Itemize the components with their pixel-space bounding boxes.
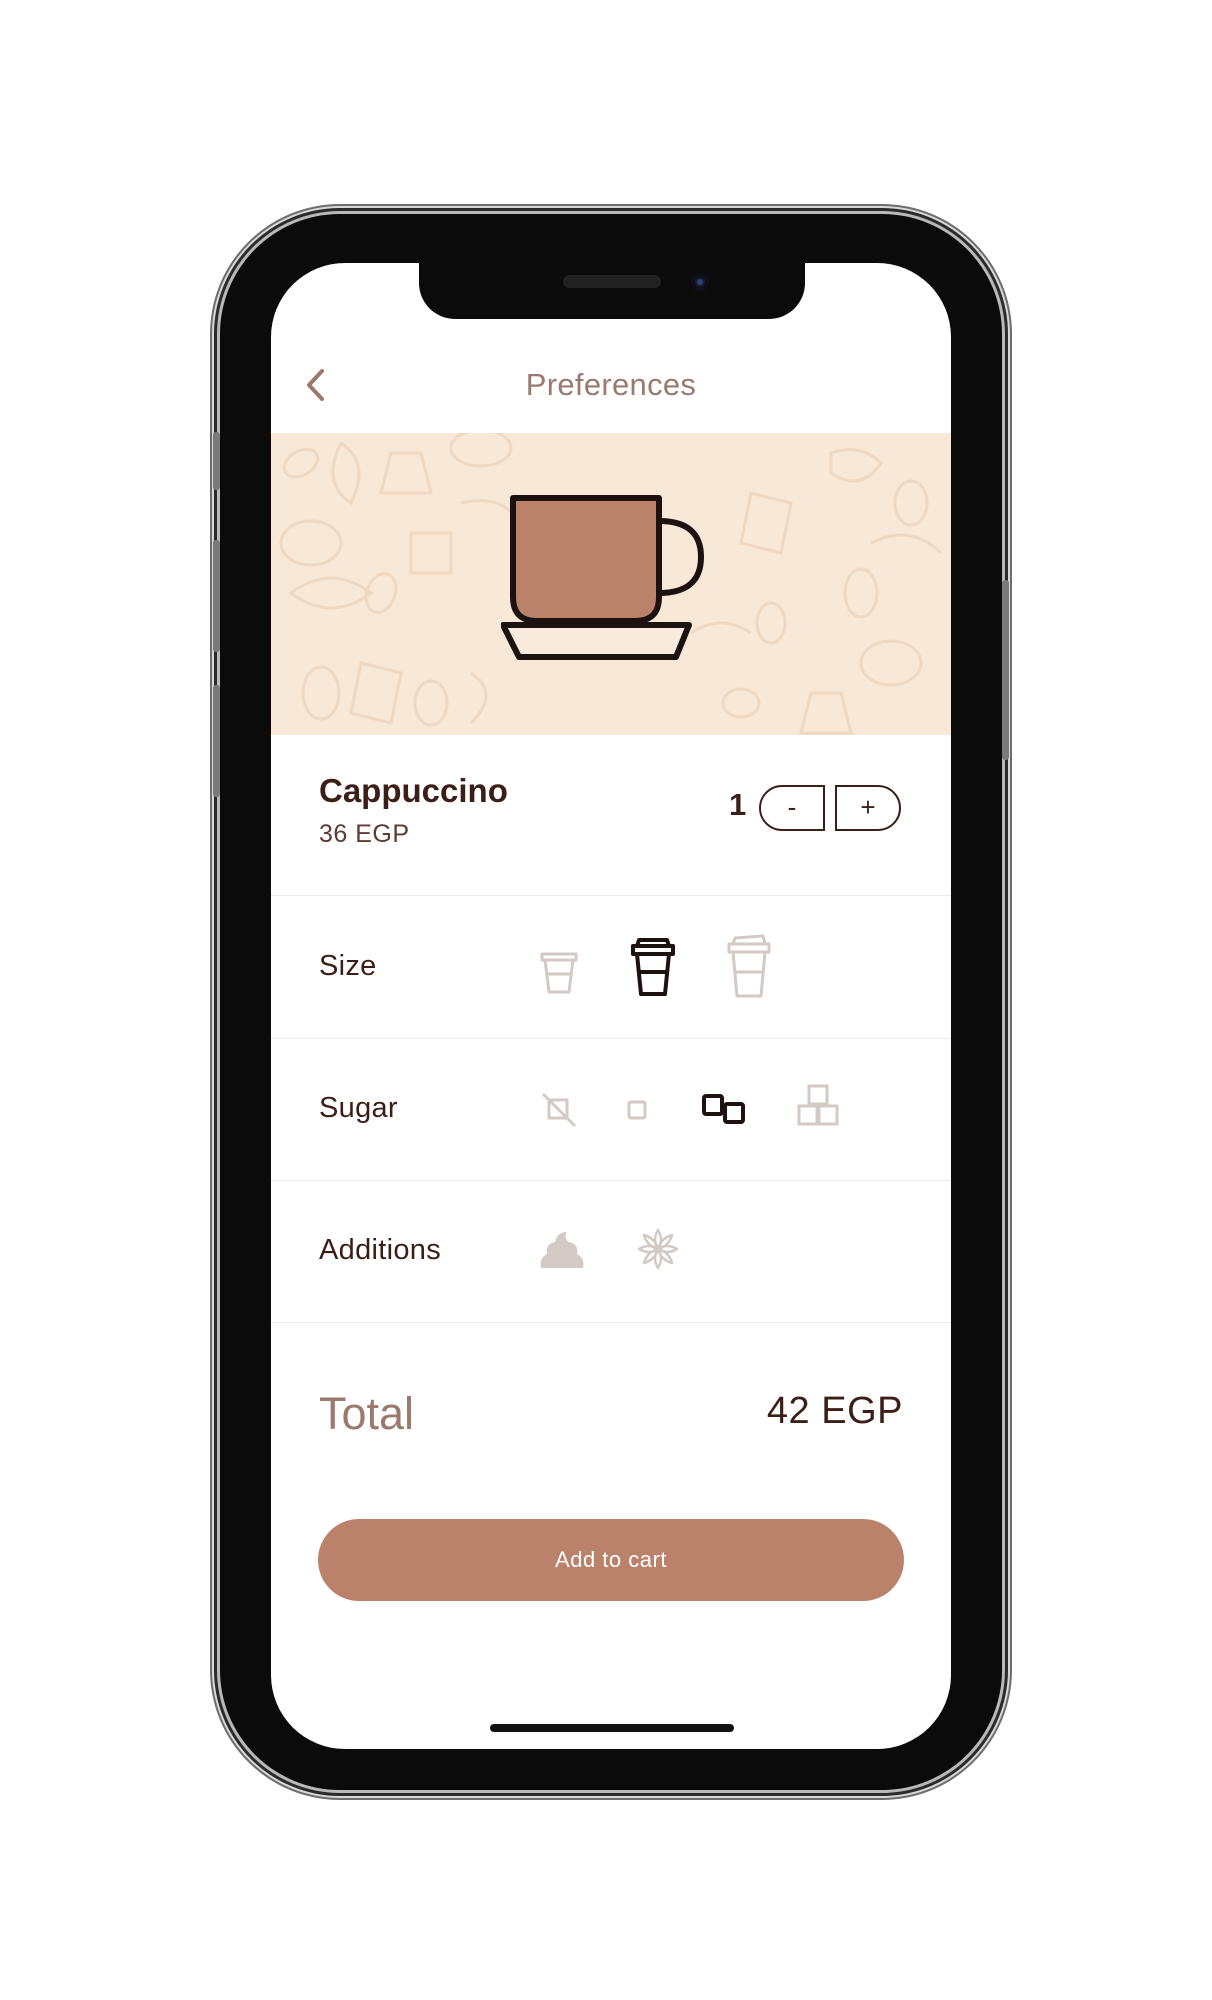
power-button [1002, 580, 1009, 760]
small-cup-icon[interactable] [539, 948, 579, 996]
cinnamon-icon[interactable] [633, 1224, 683, 1274]
front-camera [691, 273, 709, 291]
large-cup-icon[interactable] [725, 934, 773, 1000]
app-screen: Preferences Cappuccino 36 EGP 1 - + Size… [271, 263, 951, 1749]
add-to-cart-button[interactable]: Add to cart [318, 1519, 904, 1601]
speaker [563, 275, 661, 288]
page-title: Preferences [525, 367, 697, 402]
notch [419, 263, 805, 319]
coffee-cup-icon [501, 495, 705, 660]
additions-row: Additions [271, 1180, 951, 1323]
size-label: Size [319, 950, 377, 982]
cream-icon[interactable] [537, 1228, 587, 1272]
sugar-label: Sugar [319, 1092, 398, 1124]
product-summary: Cappuccino 36 EGP 1 - + [271, 735, 951, 896]
mute-switch [213, 432, 220, 490]
quantity-value: 1 [729, 787, 747, 822]
size-row: Size [271, 896, 951, 1039]
decrease-quantity-button[interactable]: - [759, 785, 825, 831]
home-indicator [490, 1724, 734, 1732]
product-hero [271, 433, 951, 735]
increase-quantity-button[interactable]: + [835, 785, 901, 831]
volume-down-button [213, 685, 220, 797]
no-sugar-icon[interactable] [539, 1090, 579, 1130]
additions-label: Additions [319, 1234, 441, 1266]
medium-cup-icon[interactable] [629, 936, 677, 998]
sugar-row: Sugar [271, 1038, 951, 1181]
volume-up-button [213, 540, 220, 652]
product-price: 36 EGP [319, 820, 410, 848]
one-sugar-icon[interactable] [623, 1096, 651, 1124]
total-value: 42 EGP [766, 1390, 903, 1432]
total-label: Total [319, 1388, 415, 1439]
two-sugar-icon[interactable] [701, 1092, 749, 1128]
header: Preferences [271, 355, 951, 415]
product-name: Cappuccino [319, 772, 508, 809]
three-sugar-icon[interactable] [795, 1082, 843, 1130]
